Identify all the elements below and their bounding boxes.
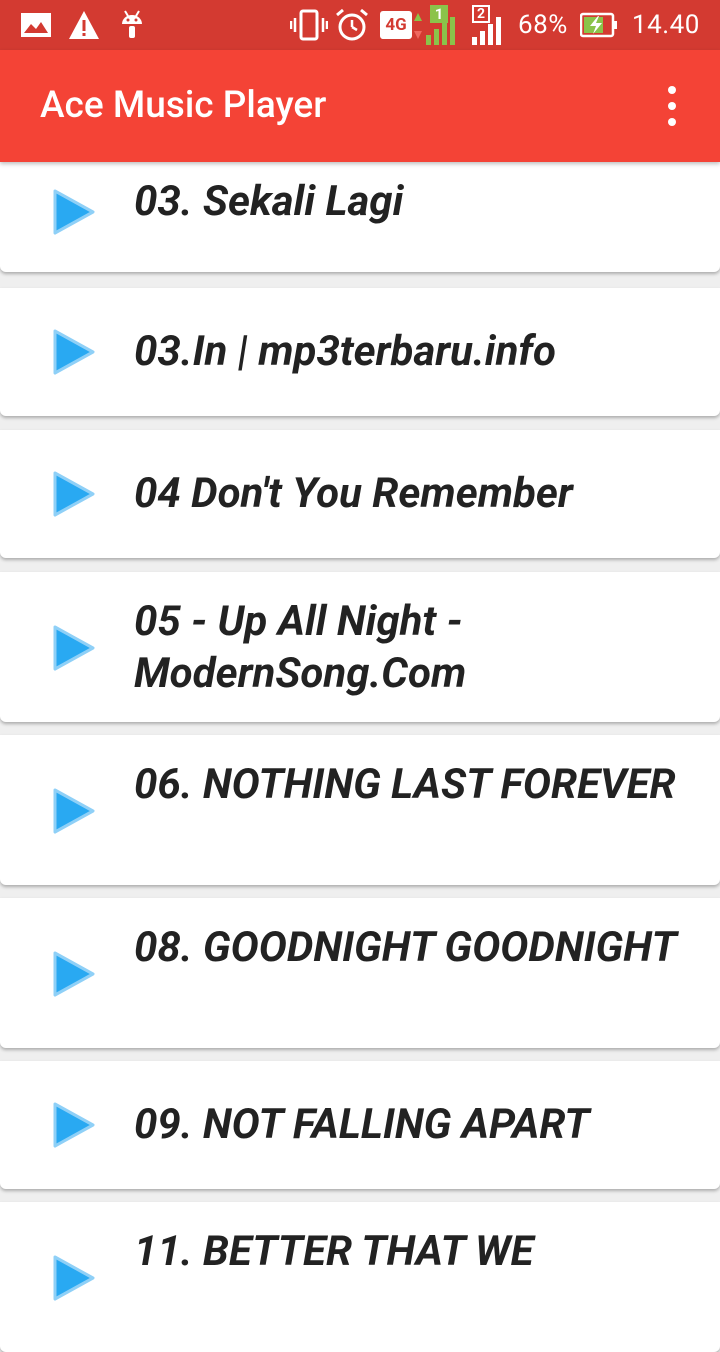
song-list-item[interactable]: 05 - Up All Night - ModernSong.Com (0, 572, 720, 722)
android-icon (118, 0, 146, 50)
song-title: 04 Don't You Remember (134, 469, 573, 518)
battery-charging-icon (580, 0, 618, 50)
battery-percent: 68% (518, 10, 568, 40)
song-list-item[interactable]: 04 Don't You Remember (0, 430, 720, 558)
song-list-item[interactable]: 03. Sekali Lagi (0, 152, 720, 272)
warning-icon (68, 0, 100, 50)
song-list-item[interactable]: 11. BETTER THAT WE (0, 1202, 720, 1352)
signal-icon-sim2: 2 (470, 0, 512, 50)
song-title: 03.In | mp3terbaru.info (134, 327, 556, 376)
song-list-item[interactable]: 03.In | mp3terbaru.info (0, 288, 720, 416)
play-icon (53, 189, 95, 235)
vibrate-icon (290, 0, 328, 50)
clock: 14.40 (632, 10, 700, 40)
play-icon (53, 329, 95, 375)
status-bar: 4G 1 2 68% 14.40 (0, 0, 720, 50)
play-icon (53, 1255, 95, 1301)
app-title: Ace Music Player (40, 84, 327, 127)
song-title: 11. BETTER THAT WE (134, 1227, 534, 1276)
play-icon (53, 1102, 95, 1148)
play-icon (53, 788, 95, 834)
song-title: 06. NOTHING LAST FOREVER (134, 760, 676, 809)
more-vert-icon[interactable] (652, 86, 692, 126)
song-list-item[interactable]: 06. NOTHING LAST FOREVER (0, 735, 720, 885)
song-list-item[interactable]: 09. NOT FALLING APART (0, 1061, 720, 1189)
song-title: 05 - Up All Night - ModernSong.Com (134, 597, 467, 698)
network-type-badge: 4G (380, 11, 412, 39)
signal-icon: 4G 1 (380, 0, 468, 50)
song-title: 03. Sekali Lagi (134, 177, 404, 226)
song-list-item[interactable]: 08. GOODNIGHT GOODNIGHT (0, 898, 720, 1048)
play-icon (53, 951, 95, 997)
gallery-icon (20, 0, 52, 50)
alarm-icon (334, 0, 370, 50)
song-title: 09. NOT FALLING APART (134, 1100, 590, 1149)
app-bar: Ace Music Player (0, 50, 720, 162)
play-icon (53, 471, 95, 517)
song-title: 08. GOODNIGHT GOODNIGHT (134, 923, 677, 972)
play-icon (53, 625, 95, 671)
